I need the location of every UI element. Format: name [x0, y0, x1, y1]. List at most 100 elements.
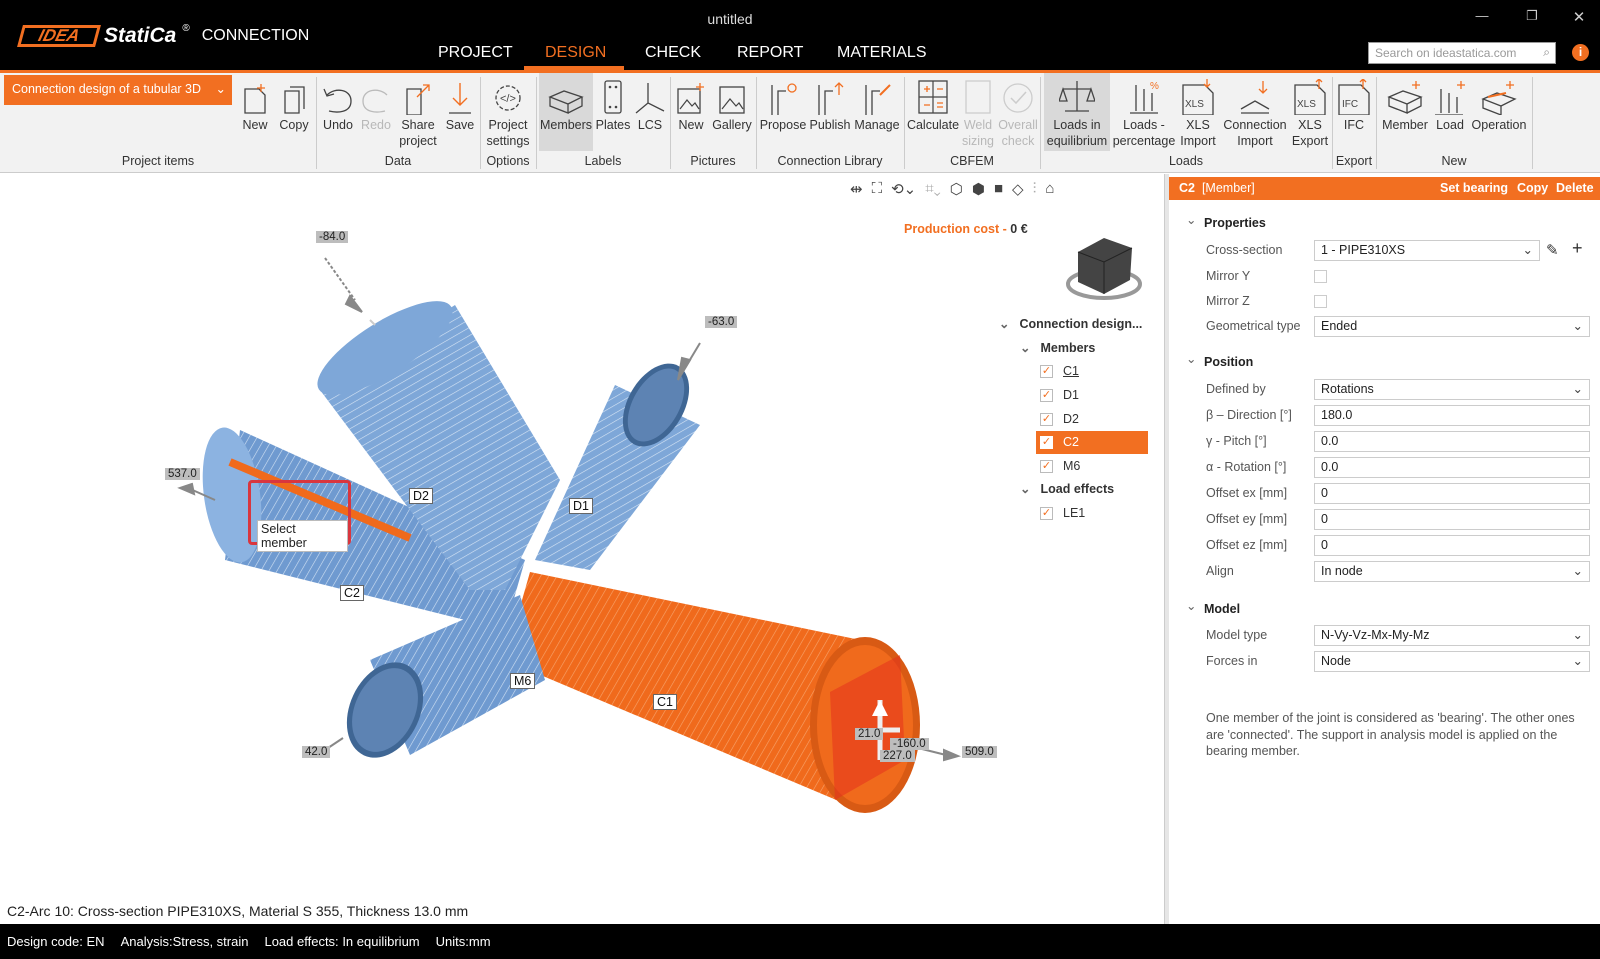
tree-root[interactable]: ⌄ Connection design...: [999, 316, 1142, 331]
connection-import-button[interactable]: Connection Import: [1220, 73, 1290, 153]
mirror-z-checkbox[interactable]: [1314, 295, 1327, 308]
label-d1[interactable]: D1: [569, 498, 593, 514]
settings-gear-icon: </>: [484, 73, 532, 117]
units-status[interactable]: Units:mm: [436, 934, 491, 949]
mirror-y-checkbox[interactable]: [1314, 270, 1327, 283]
picture-new-button[interactable]: New: [674, 73, 708, 153]
section-plane-icon[interactable]: ⌗⌄: [925, 180, 941, 204]
search-input[interactable]: Search on ideastatica.com ⌕: [1368, 42, 1556, 64]
publish-button[interactable]: Publish: [808, 73, 852, 153]
share-project-button[interactable]: Share project: [396, 73, 440, 153]
xls-export-button[interactable]: XLS XLS Export: [1290, 73, 1330, 153]
load-effects-status[interactable]: Load effects: In equilibrium: [264, 934, 419, 949]
delete-member-button[interactable]: Delete: [1556, 181, 1594, 195]
section-properties[interactable]: Properties: [1186, 215, 1266, 230]
rotate-view-icon[interactable]: ⟲⌄: [891, 180, 916, 204]
xls-import-button[interactable]: XLS XLS Import: [1178, 73, 1218, 153]
mirror-view-icon[interactable]: ⫶: [1033, 180, 1037, 204]
undo-button[interactable]: Undo: [320, 73, 356, 153]
checkbox[interactable]: ✓: [1040, 413, 1053, 427]
menu-materials[interactable]: MATERIALS: [837, 44, 927, 70]
redo-button[interactable]: Redo: [358, 73, 394, 153]
loads-in-equilibrium-button[interactable]: Loads in equilibrium: [1044, 73, 1110, 151]
solid-view-icon[interactable]: ■: [994, 180, 1003, 204]
label-c1[interactable]: C1: [653, 694, 677, 710]
defined-by-select[interactable]: Rotations ⌄: [1314, 379, 1590, 400]
tree-members[interactable]: ⌄ Members: [1020, 340, 1095, 355]
label-c2[interactable]: C2: [340, 585, 364, 601]
member-c1-shape[interactable]: [505, 572, 920, 813]
gallery-button[interactable]: Gallery: [710, 73, 754, 153]
maximize-button[interactable]: ❐: [1512, 8, 1552, 24]
labels-lcs-button[interactable]: LCS: [632, 73, 668, 153]
copy-item-button[interactable]: Copy: [276, 73, 312, 153]
cross-section-select[interactable]: 1 - PIPE310XS ⌄: [1314, 240, 1540, 261]
analysis-status[interactable]: Analysis:Stress, strain: [121, 934, 249, 949]
tree-load-effects[interactable]: ⌄ Load effects: [1020, 481, 1114, 496]
labels-members-button[interactable]: Members: [539, 73, 593, 151]
close-button[interactable]: ✕: [1559, 8, 1599, 26]
fit-width-icon[interactable]: ⇹: [850, 180, 863, 204]
zoom-extents-icon[interactable]: ⛶: [872, 180, 883, 204]
forces-in-select[interactable]: Node ⌄: [1314, 651, 1590, 672]
add-plus-icon[interactable]: +: [1572, 238, 1583, 259]
tree-member-m6[interactable]: ✓ M6: [1040, 459, 1080, 474]
3d-model-canvas[interactable]: [0, 174, 1164, 924]
view-cube[interactable]: [1066, 238, 1142, 300]
save-button[interactable]: Save: [442, 73, 478, 153]
3d-viewport[interactable]: [0, 174, 1164, 924]
section-position[interactable]: Position: [1186, 354, 1253, 369]
new-item-button[interactable]: New: [240, 73, 270, 153]
manage-button[interactable]: Manage: [852, 73, 902, 153]
alpha-rotation-input[interactable]: 0.0: [1314, 457, 1590, 478]
checkbox[interactable]: ✓: [1040, 436, 1053, 450]
geometrical-type-select[interactable]: Ended ⌄: [1314, 316, 1590, 337]
checkbox[interactable]: ✓: [1040, 365, 1053, 379]
label-m6[interactable]: M6: [510, 673, 536, 689]
tree-member-d1[interactable]: ✓ D1: [1040, 388, 1079, 403]
tree-member-d2[interactable]: ✓ D2: [1040, 412, 1079, 427]
project-settings-button[interactable]: </> Project settings: [484, 73, 532, 153]
conn-import-label-2: Import: [1237, 134, 1273, 148]
tree-member-c2[interactable]: ✓ C2: [1036, 431, 1148, 454]
tree-load-effect-le1[interactable]: ✓ LE1: [1040, 506, 1085, 521]
project-dropdown[interactable]: Connection design of a tubular 3D ⌄: [4, 75, 232, 105]
new-load-button[interactable]: Load: [1432, 73, 1468, 153]
gamma-pitch-input[interactable]: 0.0: [1314, 431, 1590, 452]
propose-button[interactable]: Propose: [758, 73, 808, 153]
overall-check-button[interactable]: Overall check: [998, 73, 1038, 153]
align-select[interactable]: In node ⌄: [1314, 561, 1590, 582]
ifc-export-button[interactable]: IFC IFC: [1336, 73, 1372, 153]
wireframe-view-icon[interactable]: ⬡: [950, 180, 963, 204]
offset-ex-input[interactable]: 0: [1314, 483, 1590, 504]
edit-pencil-icon[interactable]: ✎: [1546, 241, 1559, 259]
menu-check[interactable]: CHECK: [645, 44, 701, 70]
labels-plates-button[interactable]: Plates: [595, 73, 631, 153]
menu-project[interactable]: PROJECT: [438, 44, 513, 70]
new-member-button[interactable]: Member: [1380, 73, 1430, 153]
weld-sizing-button[interactable]: Weld sizing: [960, 73, 996, 153]
section-model[interactable]: Model: [1186, 601, 1240, 616]
member-d1-shape[interactable]: [535, 352, 703, 570]
solid-wire-view-icon[interactable]: ⬢: [972, 180, 985, 204]
copy-member-button[interactable]: Copy: [1517, 181, 1548, 195]
checkbox[interactable]: ✓: [1040, 389, 1053, 403]
offset-ez-input[interactable]: 0: [1314, 535, 1590, 556]
set-bearing-button[interactable]: Set bearing: [1440, 181, 1508, 195]
beta-direction-input[interactable]: 180.0: [1314, 405, 1590, 426]
checkbox[interactable]: ✓: [1040, 460, 1053, 474]
label-d2[interactable]: D2: [409, 488, 433, 504]
calculate-button[interactable]: Calculate: [906, 73, 960, 153]
model-type-select[interactable]: N-Vy-Vz-Mx-My-Mz ⌄: [1314, 625, 1590, 646]
design-code-status[interactable]: Design code: EN: [7, 934, 105, 949]
minimize-button[interactable]: —: [1462, 8, 1502, 23]
info-icon[interactable]: i: [1572, 44, 1589, 61]
loads-percentage-button[interactable]: % Loads - percentage: [1112, 73, 1176, 153]
menu-report[interactable]: REPORT: [737, 44, 803, 70]
checkbox[interactable]: ✓: [1040, 507, 1053, 521]
new-operation-button[interactable]: Operation: [1468, 73, 1530, 153]
tree-member-c1[interactable]: ✓ C1: [1040, 364, 1079, 379]
transparent-view-icon[interactable]: ◇: [1012, 180, 1024, 204]
home-view-icon[interactable]: ⌂: [1045, 180, 1054, 204]
offset-ey-input[interactable]: 0: [1314, 509, 1590, 530]
